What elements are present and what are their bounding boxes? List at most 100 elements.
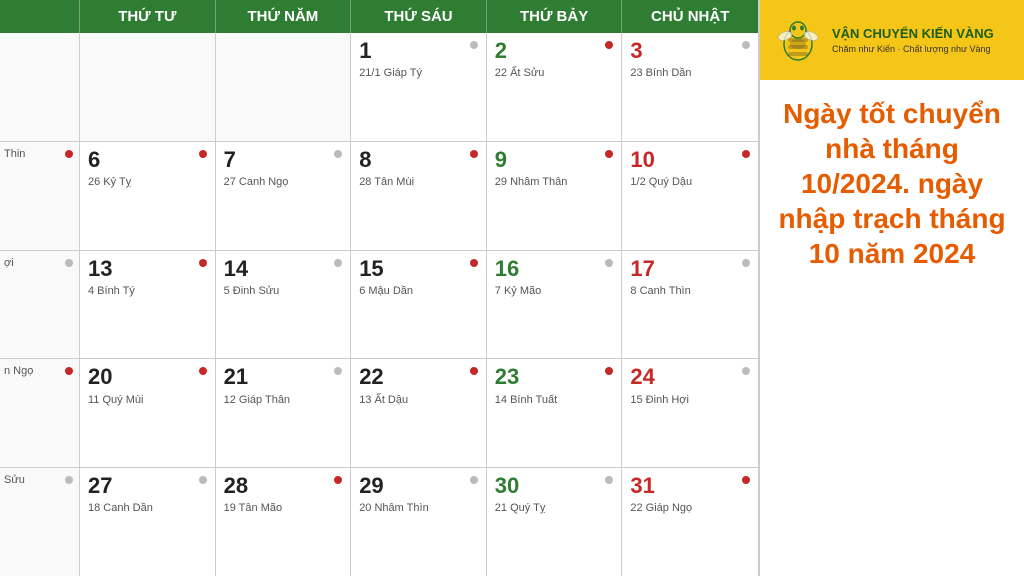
day-number: 17 [630, 257, 750, 281]
lunar-date: 1/2 Quý Dậu [630, 176, 750, 188]
day-number: 14 [224, 257, 343, 281]
day-cell-27: 27 18 Canh Dần [80, 468, 216, 576]
day-cell-9: 9 29 Nhâm Thân [487, 142, 623, 250]
day-number: 7 [224, 148, 343, 172]
day-cell-3: 3 23 Bính Dần [622, 33, 758, 141]
calendar-row: ợi 13 4 Bính Tý 14 5 Đinh Sửu 15 6 Mậu D… [0, 251, 758, 360]
day-cell-22: 22 13 Ất Dậu [351, 359, 487, 467]
day-cell-31: 31 22 Giáp Ngọ [622, 468, 758, 576]
lunar-date: 28 Tân Mùi [359, 176, 478, 188]
day-number: 29 [359, 474, 478, 498]
lunar-date: 13 Ất Dậu [359, 394, 478, 406]
day-number: 13 [88, 257, 207, 281]
dot-gray [470, 476, 478, 484]
lunar-date: 15 Đinh Hợi [630, 394, 750, 406]
lunar-date: 21 Quý Tỵ [495, 502, 614, 514]
lunar-date: 22 Ất Sửu [495, 67, 614, 79]
lunar-date: 29 Nhâm Thân [495, 176, 614, 188]
dot-gray [65, 259, 73, 267]
calendar-body: 1 21/1 Giáp Tý 2 22 Ất Sửu 3 23 Bính Dần… [0, 33, 758, 576]
day-number: 15 [359, 257, 478, 281]
bee-icon [772, 14, 824, 66]
dot-gray [199, 476, 207, 484]
day-number: 3 [630, 39, 750, 63]
day-cell-6: 6 26 Kỷ Tỵ [80, 142, 216, 250]
day-number: 30 [495, 474, 614, 498]
promo-heading: Ngày tốt chuyển nhà tháng 10/2024. ngày … [774, 96, 1010, 271]
header-left-spacer [0, 0, 80, 33]
day-cell-23: 23 14 Bính Tuất [487, 359, 623, 467]
day-cell-24: 24 15 Đinh Hợi [622, 359, 758, 467]
dot-gray [470, 41, 478, 49]
calendar-section: THỨ TƯ THỨ NĂM THỨ SÁU THỨ BẢY CHỦ NHẬT … [0, 0, 760, 576]
day-cell-16: 16 7 Kỷ Mão [487, 251, 623, 359]
lunar-date: 20 Nhâm Thìn [359, 502, 478, 514]
calendar-row: n Ngọ 20 11 Quý Mùi 21 12 Giáp Thân 22 1… [0, 359, 758, 468]
calendar-row: 1 21/1 Giáp Tý 2 22 Ất Sửu 3 23 Bính Dần [0, 33, 758, 142]
day-cell-2: 2 22 Ất Sửu [487, 33, 623, 141]
day-number: 10 [630, 148, 750, 172]
header-thu-tu: THỨ TƯ [80, 0, 216, 33]
day-cell-7: 7 27 Canh Ngọ [216, 142, 352, 250]
day-cell-28: 28 19 Tân Mão [216, 468, 352, 576]
header-thu-sau: THỨ SÁU [351, 0, 487, 33]
left-cell-row2: Thin [0, 142, 80, 250]
lunar-date: 23 Bính Dần [630, 67, 750, 79]
dot-red [199, 367, 207, 375]
calendar-header: THỨ TƯ THỨ NĂM THỨ SÁU THỨ BẢY CHỦ NHẬT [0, 0, 758, 33]
dot-red [199, 150, 207, 158]
lunar-date: 5 Đinh Sửu [224, 285, 343, 297]
dot-gray [742, 259, 750, 267]
lunar-date: 26 Kỷ Tỵ [88, 176, 207, 188]
dot-red [65, 150, 73, 158]
day-number: 8 [359, 148, 478, 172]
calendar-row: Sửu 27 18 Canh Dần 28 19 Tân Mão 29 20 N… [0, 468, 758, 576]
lunar-date: 8 Canh Thìn [630, 285, 750, 297]
day-number: 31 [630, 474, 750, 498]
day-number: 9 [495, 148, 614, 172]
logo-subtitle: Chăm như Kiến · Chất lượng như Vàng [832, 44, 994, 54]
day-cell-empty [80, 33, 216, 141]
day-cell-20: 20 11 Quý Mùi [80, 359, 216, 467]
day-cell-8: 8 28 Tân Mùi [351, 142, 487, 250]
header-thu-nam: THỨ NĂM [216, 0, 352, 33]
day-number: 1 [359, 39, 478, 63]
logo-text-block: VẬN CHUYỂN KIẾN VÀNG Chăm như Kiến · Chấ… [832, 26, 994, 54]
left-cell-row4: n Ngọ [0, 359, 80, 467]
header-thu-bay: THỨ BẢY [487, 0, 623, 33]
dot-red [470, 150, 478, 158]
dot-gray [742, 41, 750, 49]
dot-gray [334, 259, 342, 267]
day-number: 24 [630, 365, 750, 389]
day-number: 23 [495, 365, 614, 389]
day-cell-empty [216, 33, 352, 141]
dot-gray [334, 150, 342, 158]
day-cell-14: 14 5 Đinh Sửu [216, 251, 352, 359]
day-number: 27 [88, 474, 207, 498]
lunar-date: 27 Canh Ngọ [224, 176, 343, 188]
day-number: 16 [495, 257, 614, 281]
logo-title: VẬN CHUYỂN KIẾN VÀNG [832, 26, 994, 42]
logo-area: VẬN CHUYỂN KIẾN VÀNG Chăm như Kiến · Chấ… [760, 0, 1024, 80]
lunar-date: 11 Quý Mùi [88, 394, 207, 406]
calendar-row: Thin 6 26 Kỷ Tỵ 7 27 Canh Ngọ 8 28 Tân M… [0, 142, 758, 251]
dot-red [199, 259, 207, 267]
day-number: 21 [224, 365, 343, 389]
day-cell-17: 17 8 Canh Thìn [622, 251, 758, 359]
lunar-date: 4 Bính Tý [88, 285, 207, 297]
lunar-date: 12 Giáp Thân [224, 394, 343, 406]
promo-text-area: Ngày tốt chuyển nhà tháng 10/2024. ngày … [760, 80, 1024, 576]
day-cell-21: 21 12 Giáp Thân [216, 359, 352, 467]
dot-red [742, 150, 750, 158]
dot-gray [605, 259, 613, 267]
day-number: 28 [224, 474, 343, 498]
header-chu-nhat: CHỦ NHẬT [622, 0, 758, 33]
lunar-date: 19 Tân Mão [224, 502, 343, 514]
lunar-date: 7 Kỷ Mão [495, 285, 614, 297]
day-cell-15: 15 6 Mậu Dần [351, 251, 487, 359]
day-cell-10: 10 1/2 Quý Dậu [622, 142, 758, 250]
lunar-date: 14 Bính Tuất [495, 394, 614, 406]
day-number: 6 [88, 148, 207, 172]
lunar-date: 6 Mậu Dần [359, 285, 478, 297]
dot-red [470, 259, 478, 267]
